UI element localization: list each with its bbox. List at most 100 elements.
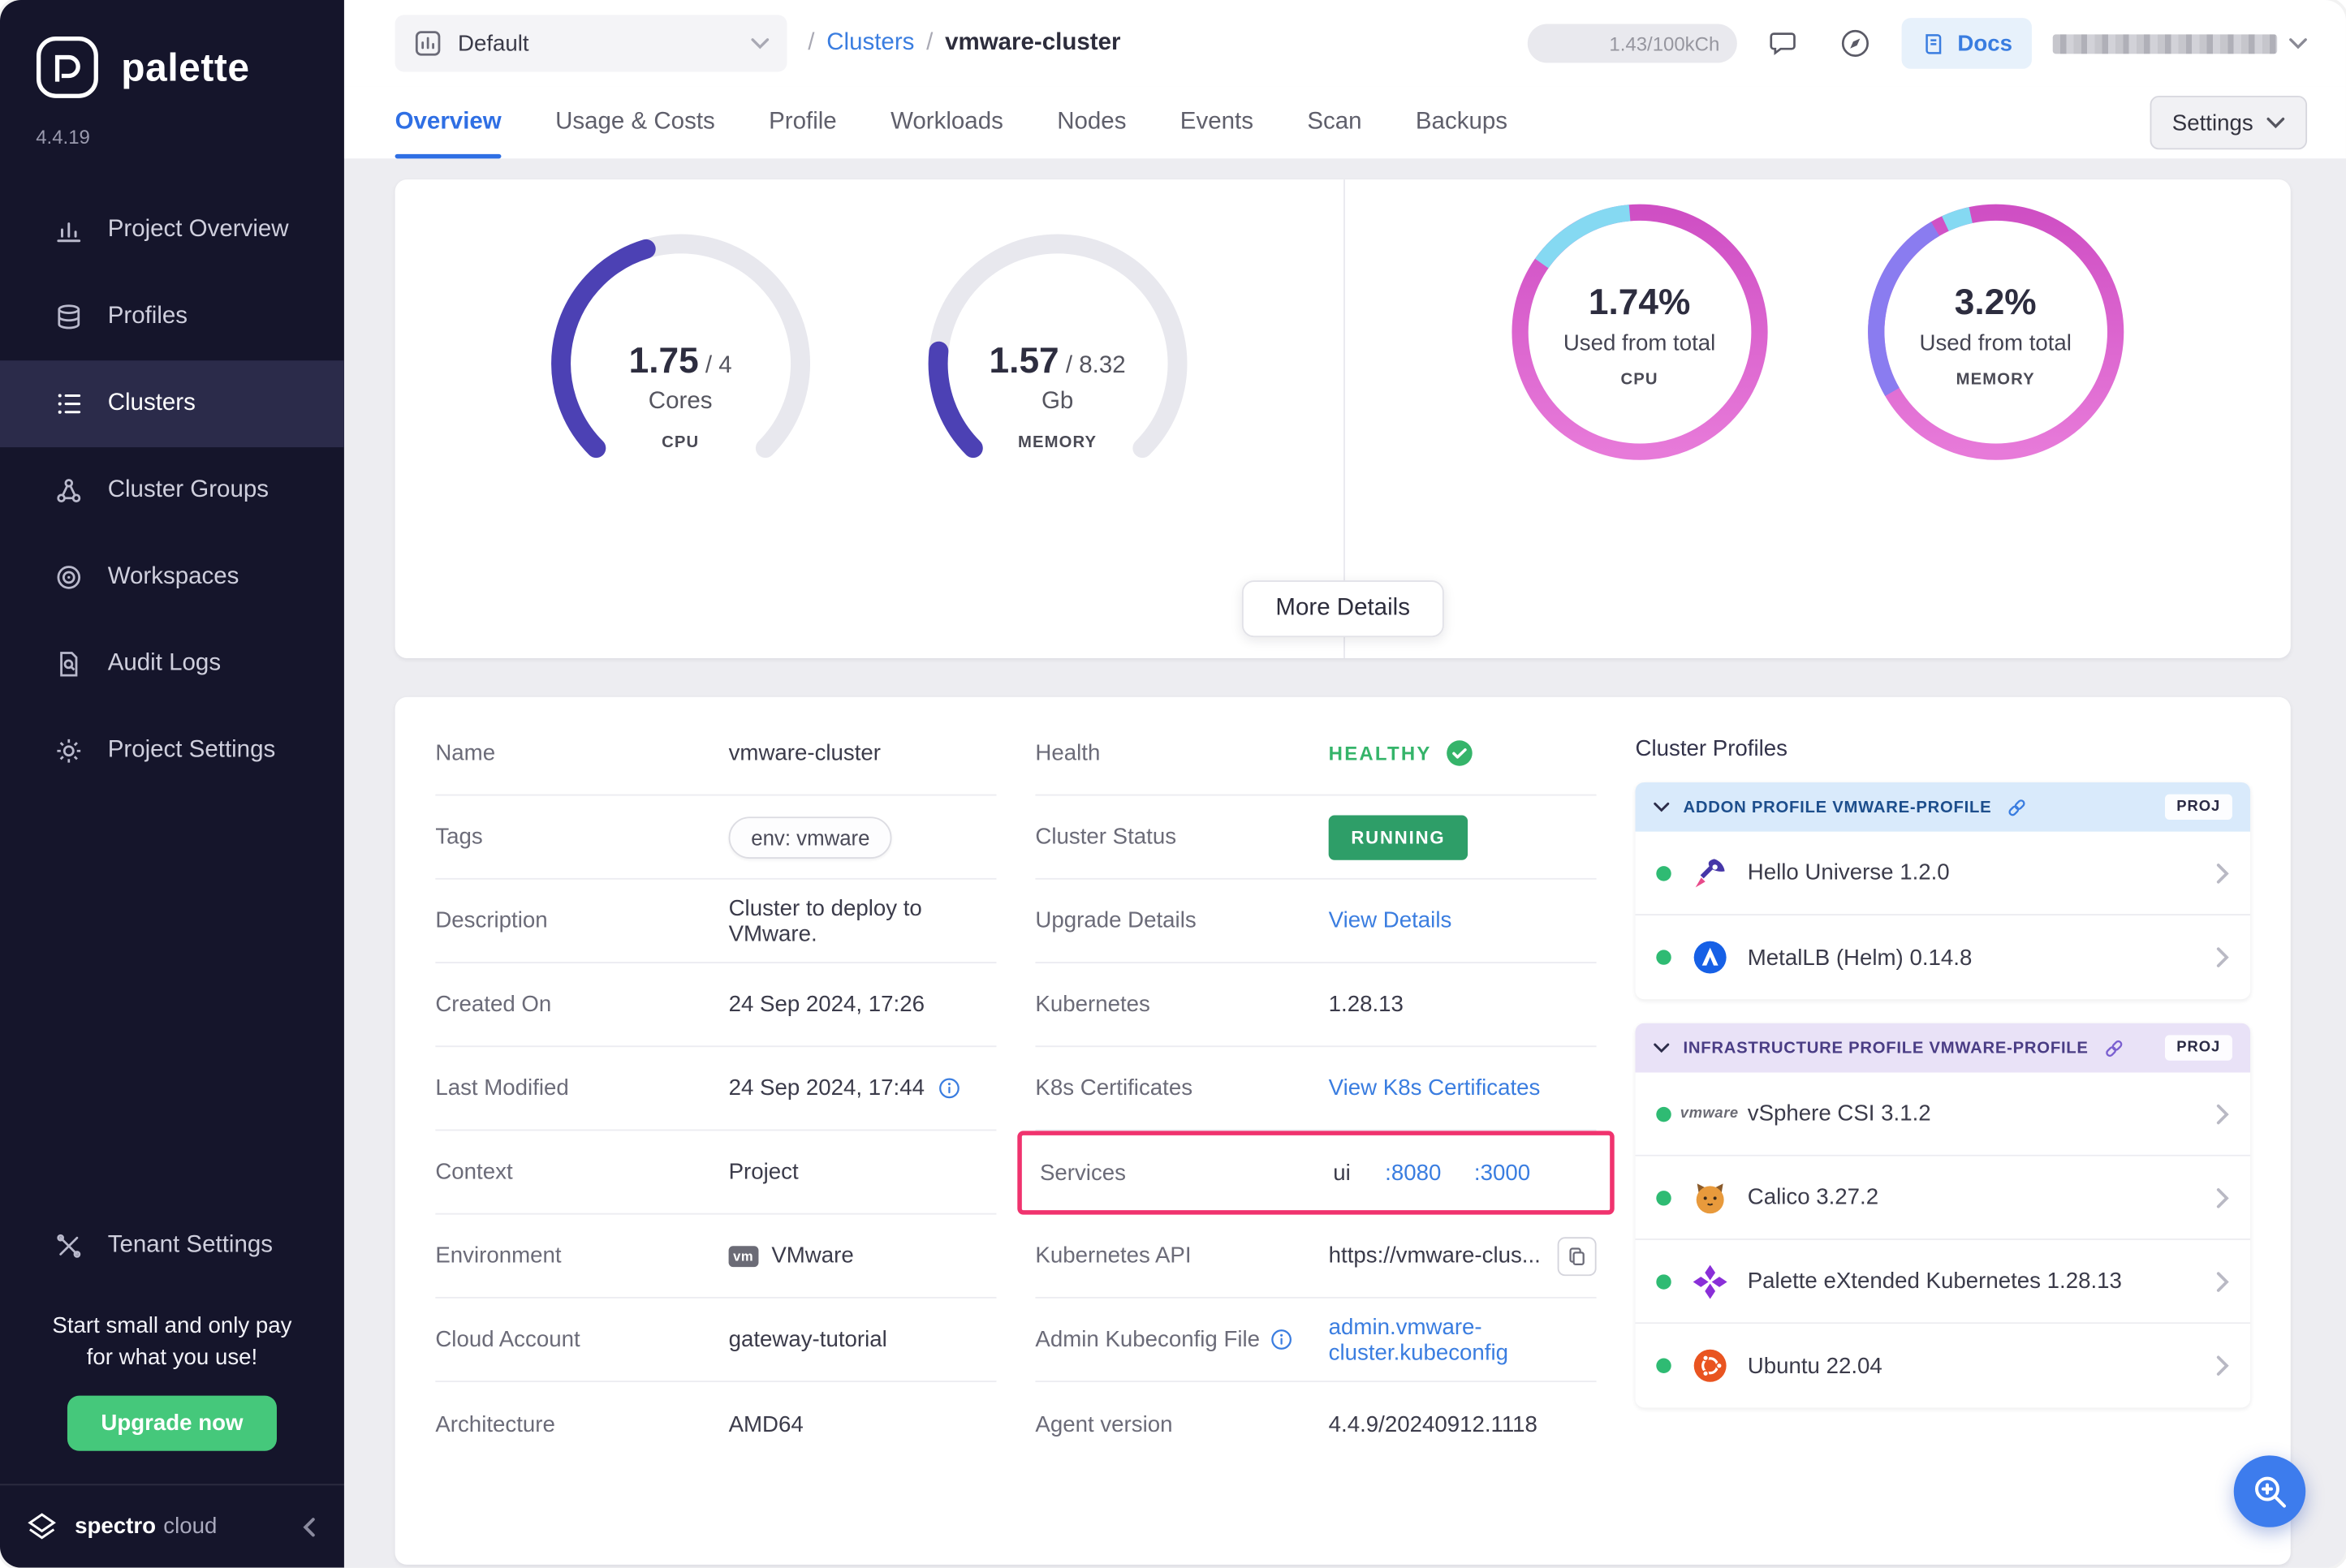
usage-gauges: 1.75 / 4 Cores CPU 1.57 [395, 179, 1343, 658]
docs-button[interactable]: Docs [1902, 18, 2032, 69]
tab-overview[interactable]: Overview [395, 87, 502, 158]
tag-pill: env: vmware [729, 816, 893, 858]
sidebar-item-audit-logs[interactable]: Audit Logs [0, 621, 344, 708]
zoom-magnifier-icon [2250, 1472, 2289, 1511]
profile-pack-vsphere-csi[interactable]: vmware vSphere CSI 3.1.2 [1636, 1073, 2251, 1157]
tab-nodes[interactable]: Nodes [1057, 87, 1126, 158]
cpu-usage-ring: 1.74% Used from total CPU [1507, 200, 1770, 463]
metrics-card: 1.75 / 4 Cores CPU 1.57 [395, 179, 2291, 658]
footer-brand-bold: spectro [75, 1514, 156, 1539]
calico-icon [1689, 1178, 1730, 1218]
profile-pack-palette-extended-kubernetes[interactable]: Palette eXtended Kubernetes 1.28.13 [1636, 1240, 2251, 1324]
detail-row-admin-kubeconfig: Admin Kubeconfig File admin.vmware-clust… [1035, 1299, 1596, 1382]
infrastructure-profile-name: INFRASTRUCTURE PROFILE VMWARE-PROFILE [1683, 1039, 2088, 1057]
compass-icon[interactable] [1831, 18, 1882, 69]
pack-status-dot [1656, 1359, 1671, 1373]
profile-pack-metallb[interactable]: MetalLB (Helm) 0.14.8 [1636, 915, 2251, 999]
detail-row-tags: Tags env: vmware [435, 796, 996, 880]
service-port-3000-link[interactable]: :3000 [1474, 1160, 1530, 1185]
upgrade-promo: Start small and only pay for what you us… [0, 1289, 344, 1484]
sidebar-item-label: Workspaces [108, 564, 239, 591]
app-version: 4.4.19 [0, 101, 344, 148]
status-badge: RUNNING [1329, 815, 1468, 859]
copy-icon[interactable] [1558, 1236, 1597, 1275]
sidebar-item-clusters[interactable]: Clusters [0, 360, 344, 447]
brand-name: palette [121, 44, 249, 90]
palette-logo-icon [33, 33, 102, 102]
chart-icon [54, 215, 84, 245]
target-icon [54, 562, 84, 592]
main-area: Default / Clusters / vmware-cluster 1.43… [344, 0, 2346, 1568]
detail-row-health: Health HEALTHY [1035, 712, 1596, 795]
sidebar-item-tenant-settings[interactable]: Tenant Settings [0, 1202, 344, 1289]
detail-row-environment: Environment vm VMware [435, 1215, 996, 1299]
tab-profile[interactable]: Profile [769, 87, 837, 158]
detail-row-upgrade-details: Upgrade Details View Details [1035, 880, 1596, 963]
memory-gauge: 1.57 / 8.32 Gb MEMORY [916, 222, 1200, 506]
account-menu[interactable] [2053, 33, 2307, 53]
memory-ring-subtitle: Used from total [1919, 330, 2071, 355]
chevron-right-icon [2216, 1103, 2230, 1124]
upgrade-now-button[interactable]: Upgrade now [68, 1396, 276, 1451]
services-prefix: ui [1333, 1160, 1351, 1185]
settings-label: Settings [2172, 110, 2253, 135]
admin-kubeconfig-link[interactable]: admin.vmware-cluster.kubeconfig [1329, 1314, 1597, 1365]
breadcrumb: / Clusters / vmware-cluster [808, 30, 1120, 57]
infrastructure-profile-header[interactable]: INFRASTRUCTURE PROFILE VMWARE-PROFILE PR… [1636, 1023, 2251, 1073]
chevron-right-icon [2216, 1271, 2230, 1292]
infrastructure-profile-section: INFRASTRUCTURE PROFILE VMWARE-PROFILE PR… [1636, 1023, 2251, 1408]
usage-credits-pill: 1.43/100kCh [1528, 24, 1737, 62]
chevron-down-icon [1654, 802, 1670, 812]
profile-pack-hello-universe[interactable]: Hello Universe 1.2.0 [1636, 832, 2251, 915]
addon-profile-section: ADDON PROFILE VMWARE-PROFILE PROJ Hel [1636, 782, 2251, 999]
docs-icon [1921, 31, 1947, 56]
detail-row-name: Name vmware-cluster [435, 712, 996, 795]
sidebar-item-project-settings[interactable]: Project Settings [0, 708, 344, 795]
addon-profile-header[interactable]: ADDON PROFILE VMWARE-PROFILE PROJ [1636, 782, 2251, 832]
detail-row-context: Context Project [435, 1131, 996, 1214]
pack-status-dot [1656, 865, 1671, 880]
link-icon[interactable] [2005, 795, 2029, 819]
more-details-button[interactable]: More Details [1241, 580, 1444, 637]
memory-gauge-caption: MEMORY [1018, 433, 1097, 451]
service-port-8080-link[interactable]: :8080 [1385, 1160, 1441, 1185]
pack-status-dot [1656, 1190, 1671, 1204]
sidebar-item-project-overview[interactable]: Project Overview [0, 187, 344, 274]
cluster-tabs-bar: Overview Usage & Costs Profile Workloads… [344, 87, 2346, 158]
doc-search-icon [54, 649, 84, 679]
memory-gauge-unit: Gb [1041, 389, 1073, 416]
detail-row-created-on: Created On 24 Sep 2024, 17:26 [435, 963, 996, 1047]
info-icon[interactable] [938, 1077, 961, 1100]
breadcrumb-clusters-link[interactable]: Clusters [826, 30, 914, 57]
project-selector[interactable]: Default [395, 15, 787, 71]
tab-usage-costs[interactable]: Usage & Costs [555, 87, 715, 158]
profile-pack-ubuntu[interactable]: Ubuntu 22.04 [1636, 1324, 2251, 1407]
vmware-vm-icon: vm [729, 1245, 758, 1266]
memory-usage-ring: 3.2% Used from total MEMORY [1864, 200, 2127, 463]
collapse-sidebar-icon[interactable] [300, 1516, 321, 1537]
cpu-gauge: 1.75 / 4 Cores CPU [538, 222, 822, 506]
sidebar-item-profiles[interactable]: Profiles [0, 274, 344, 360]
docs-label: Docs [1957, 31, 2012, 56]
search-fab-button[interactable] [2234, 1455, 2305, 1527]
profile-pack-calico[interactable]: Calico 3.27.2 [1636, 1157, 2251, 1240]
settings-button[interactable]: Settings [2150, 96, 2307, 149]
sidebar-item-label: Project Settings [108, 738, 276, 765]
cpu-ring-subtitle: Used from total [1563, 330, 1715, 355]
sidebar-item-label: Tenant Settings [108, 1232, 273, 1259]
tab-backups[interactable]: Backups [1416, 87, 1507, 158]
tab-workloads[interactable]: Workloads [891, 87, 1003, 158]
sidebar-item-workspaces[interactable]: Workspaces [0, 534, 344, 621]
sidebar-item-cluster-groups[interactable]: Cluster Groups [0, 447, 344, 534]
detail-row-cloud-account: Cloud Account gateway-tutorial [435, 1299, 996, 1382]
view-details-link[interactable]: View Details [1329, 908, 1452, 933]
sidebar-item-label: Profiles [108, 304, 188, 330]
tab-events[interactable]: Events [1180, 87, 1253, 158]
info-icon[interactable] [1270, 1329, 1293, 1351]
memory-ring-caption: MEMORY [1956, 370, 2035, 388]
view-k8s-certificates-link[interactable]: View K8s Certificates [1329, 1075, 1541, 1101]
breadcrumb-separator: / [808, 30, 814, 57]
link-icon[interactable] [2102, 1036, 2125, 1059]
tab-scan[interactable]: Scan [1307, 87, 1361, 158]
chat-icon[interactable] [1758, 18, 1809, 69]
